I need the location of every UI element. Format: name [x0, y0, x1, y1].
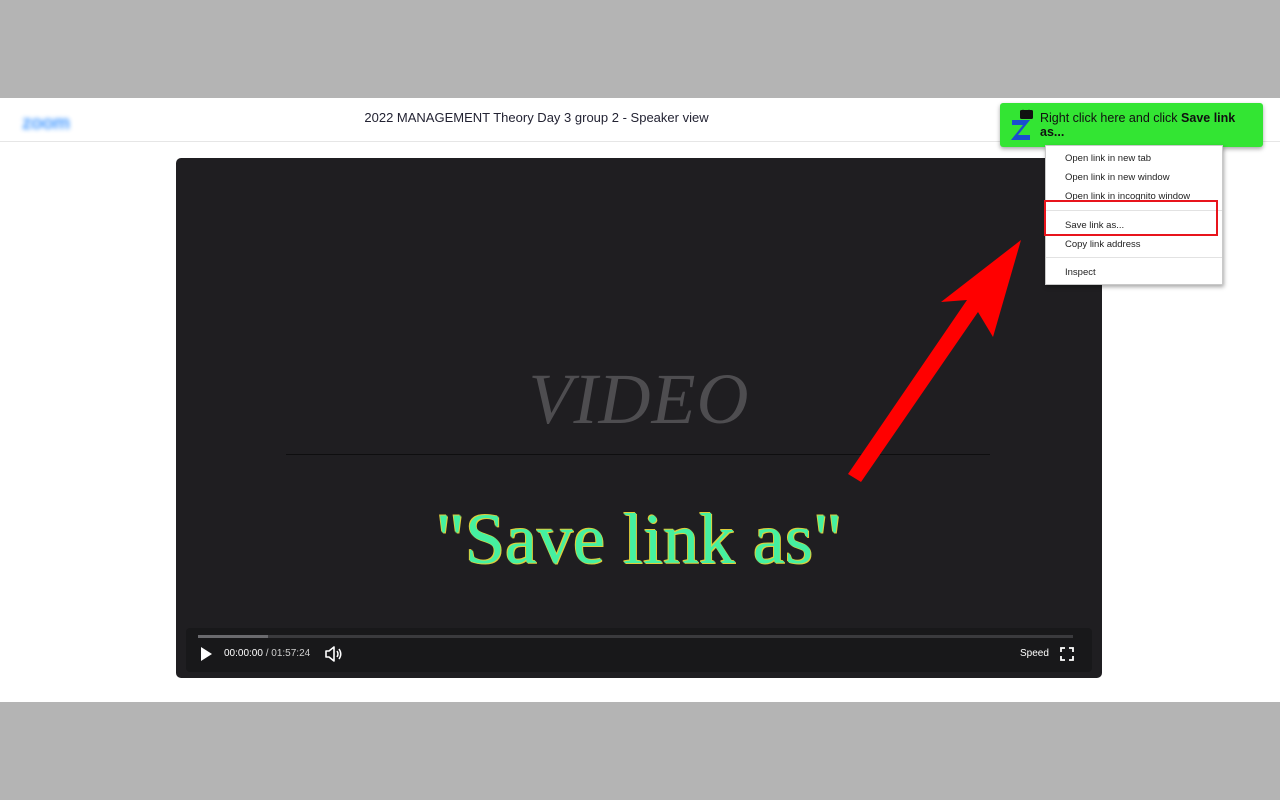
download-link-button[interactable]: Right click here and click Save link as.… [1000, 103, 1263, 147]
video-placeholder-label: VIDEO [528, 359, 750, 439]
video-player[interactable]: VIDEO "Save link as" 00:00:00 / 01:57:24… [176, 158, 1102, 678]
progress-bar[interactable] [198, 635, 1073, 638]
menu-item-open-incognito[interactable]: Open link in incognito window [1065, 191, 1190, 200]
duration: 01:57:24 [271, 648, 311, 659]
divider [286, 454, 990, 455]
zoom-download-icon [1011, 109, 1033, 140]
time-display: 00:00:00 / 01:57:24 [224, 648, 310, 659]
view-mode-label: Speaker view [630, 110, 709, 125]
recording-title: 2022 MANAGEMENT Theory Day 3 group 2 [364, 110, 619, 125]
player-controls: 00:00:00 / 01:57:24 Speed [186, 628, 1092, 672]
progress-fill [198, 635, 268, 638]
instruction-prefix: Right click here and click [1040, 111, 1182, 125]
page-title: 2022 MANAGEMENT Theory Day 3 group 2 - S… [0, 110, 1073, 125]
current-time: 00:00:00 [224, 648, 263, 659]
download-instruction: Right click here and click Save link as.… [1040, 111, 1263, 139]
highlight-box [1044, 200, 1218, 236]
title-separator: - [618, 110, 631, 125]
fullscreen-icon[interactable] [1060, 647, 1074, 661]
menu-item-open-new-tab[interactable]: Open link in new tab [1065, 153, 1151, 164]
play-icon[interactable] [199, 646, 213, 662]
menu-item-copy-link-address[interactable]: Copy link address [1065, 239, 1141, 250]
instruction-caption: "Save link as" [435, 499, 843, 579]
menu-item-open-new-window[interactable]: Open link in new window [1065, 172, 1170, 183]
volume-icon[interactable] [325, 646, 343, 662]
speed-button[interactable]: Speed [1020, 648, 1049, 659]
menu-separator [1046, 257, 1222, 258]
menu-item-inspect[interactable]: Inspect [1065, 267, 1096, 278]
